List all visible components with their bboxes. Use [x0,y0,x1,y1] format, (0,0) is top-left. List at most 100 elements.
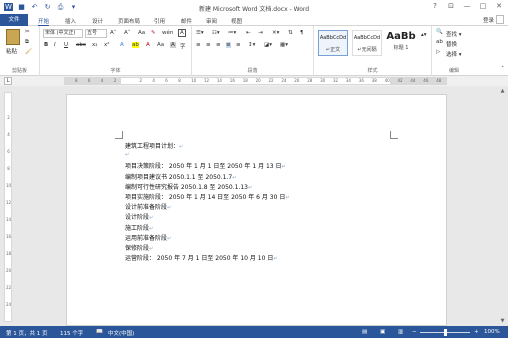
text-effects-button[interactable]: A [120,42,124,48]
shrink-font-button[interactable]: A˅ [124,30,131,36]
multilevel-list-icon[interactable]: ≔▾ [228,30,236,36]
zoom-slider-thumb[interactable] [443,329,447,336]
tab-file[interactable]: 文件 [0,14,28,26]
document-page[interactable]: 建筑工程项目计划：↵ ↵ 项目决策阶段： 2050 年 1 月 1 日至 2050 … [66,94,447,326]
tab-selector-icon[interactable]: L [4,77,12,85]
borders-icon[interactable]: ▦▾ [280,42,288,48]
superscript-button[interactable]: x² [104,42,109,48]
styles-scroll-icon[interactable]: ▴▾ [421,32,427,38]
font-name-combo[interactable]: 宋体 (中文正) [43,29,83,38]
replace-icon[interactable]: ab [436,39,443,45]
font-color-button[interactable]: A [146,42,150,48]
font-size-combo[interactable]: 五号 [85,29,107,38]
format-painter-icon[interactable]: 🖌 [25,49,32,55]
distributed-icon[interactable]: ≡ [236,42,241,48]
chinese-layout-icon[interactable]: ✕▾ [272,30,279,36]
paste-icon[interactable] [6,29,20,45]
grow-font-button[interactable]: A˄ [110,30,117,36]
replace-button[interactable]: 替换 [446,40,457,48]
tab-references[interactable]: 引用 [154,17,165,25]
enclose-chars-button[interactable]: 字 [180,42,186,50]
find-icon[interactable]: 🔍 [436,29,443,35]
tab-view[interactable]: 视图 [231,17,242,25]
tab-page-layout[interactable]: 页面布局 [118,17,140,25]
tab-home[interactable]: 开始 [38,17,50,26]
char-border-button[interactable]: A [178,29,186,37]
decrease-indent-icon[interactable]: ⇤ [246,30,251,36]
minimize-button[interactable]: — [462,2,472,10]
ribbon-display-options-button[interactable]: ⊡ [446,2,456,10]
scroll-up-icon[interactable]: ▲ [499,88,506,94]
login-link[interactable]: 登录 [483,16,494,24]
read-mode-icon[interactable]: ▤ [362,329,367,335]
restore-button[interactable]: □ [478,2,488,10]
cut-icon[interactable]: ✂ [25,29,30,35]
close-button[interactable]: ✕ [494,2,504,10]
show-marks-icon[interactable]: ¶ [300,30,304,36]
document-line[interactable]: 施工阶段↵ [125,223,153,232]
change-case-small-button[interactable]: Aa [157,42,164,48]
document-line[interactable]: 编制可行性研究报告 2050.1.8 至 2050.1.13↵ [125,182,252,191]
avatar[interactable] [496,15,504,24]
phonetic-guide-button[interactable]: wén [162,30,173,36]
document-line[interactable]: 项目实施阶段： 2050 年 1 月 14 日至 2050 年 6 月 30 日… [125,192,290,201]
strikethrough-button[interactable]: abc [76,42,86,48]
bold-button[interactable]: B [44,42,48,48]
word-count[interactable]: 115 个字 [60,329,83,337]
document-line[interactable]: ↵ [125,151,129,158]
tab-review[interactable]: 审阅 [206,17,217,25]
find-button[interactable]: 查找 ▾ [446,30,462,38]
scroll-down-icon[interactable]: ▼ [499,318,506,324]
style-no-spacing[interactable]: AaBbCcDd ↵无间隔 [352,30,382,56]
tab-design[interactable]: 设计 [92,17,103,25]
vertical-scrollbar[interactable]: ▲ ▼ [499,86,506,326]
underline-button[interactable]: U [64,42,68,48]
align-right-icon[interactable]: ≡ [216,42,221,48]
char-shading-button[interactable]: A [170,42,176,48]
select-button[interactable]: 选择 ▾ [446,50,462,58]
document-line[interactable]: 设计前准备阶段↵ [125,202,171,211]
document-line[interactable]: 设计阶段↵ [125,212,153,221]
document-line[interactable]: 项目决策阶段： 2050 年 1 月 1 日至 2050 年 1 月 13 日↵ [125,161,286,170]
language-indicator[interactable]: 中文(中国) [108,329,134,337]
clear-format-icon[interactable]: ✎ [151,30,156,36]
align-center-icon[interactable]: ≡ [206,42,211,48]
line-spacing-icon[interactable]: ↕▾ [248,42,255,48]
document-line[interactable]: 保修阶段↵ [125,243,153,252]
document-line-text: 保修阶段 [125,245,150,252]
zoom-out-icon[interactable]: − [412,329,417,335]
copy-icon[interactable]: ⧉ [25,39,29,46]
horizontal-ruler[interactable]: 8 6 4 2 2 4 6 8 10 12 14 16 18 20 22 24 26 28 30 32 34 36 38 40… [64,77,447,85]
tab-mailings[interactable]: 邮件 [181,17,192,25]
help-button[interactable]: ? [430,2,440,10]
select-icon[interactable]: ▷ [436,49,440,55]
document-line[interactable]: 运营阶段： 2050 年 7 月 1 日至 2050 年 10 月 10 日↵ [125,253,278,262]
change-case-button[interactable]: Aa [138,30,145,36]
proofing-icon[interactable]: 📖 [96,329,103,335]
numbering-icon[interactable]: ☷▾ [212,30,220,36]
highlight-button[interactable]: ab [132,42,139,48]
justify-icon[interactable]: ≡ [226,42,231,48]
page-count[interactable]: 第 1 页，共 1 页 [6,329,48,337]
style-heading1[interactable]: AaBb 标题 1 [386,30,416,56]
zoom-in-icon[interactable]: + [474,329,479,335]
print-layout-icon[interactable]: ▣ [380,329,385,335]
italic-button[interactable]: I [54,42,56,48]
document-line[interactable]: 建筑工程项目计划：↵ [125,141,183,150]
sort-icon[interactable]: ⇅ [288,30,293,36]
style-normal[interactable]: AaBbCcDd ↵正文 [318,30,348,56]
align-left-icon[interactable]: ≡ [196,42,201,48]
tab-insert[interactable]: 插入 [65,17,76,25]
web-layout-icon[interactable]: ▥ [398,329,403,335]
collapse-ribbon-icon[interactable]: ˄ [501,66,504,72]
vertical-ruler[interactable]: 2 4 6 8 10 12 14 16 18 20 22 24 [4,92,12,322]
subscript-button[interactable]: x₂ [92,42,97,48]
paragraph-mark-icon: ↵ [285,195,290,201]
bullets-icon[interactable]: ☰▾ [196,30,204,36]
increase-indent-icon[interactable]: ⇥ [258,30,263,36]
document-line[interactable]: 编制项目建议书 2050.1.1 至 2050.1.7↵ [125,172,236,181]
paste-button[interactable]: 粘贴 [6,47,17,55]
zoom-level[interactable]: 100% [484,329,500,335]
document-line[interactable]: 运用前准备阶段↵ [125,233,171,242]
shading-icon[interactable]: ◪▾ [264,42,272,48]
